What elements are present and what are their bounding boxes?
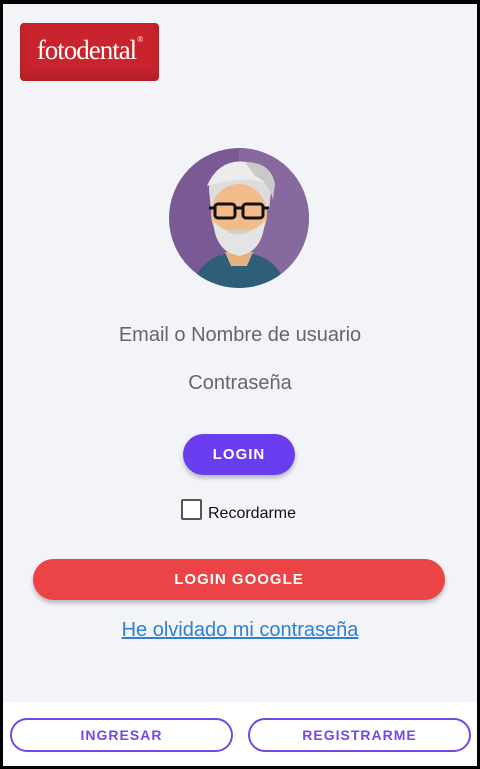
logo-text: fotodental® xyxy=(36,34,144,65)
ingresar-button[interactable]: INGRESAR xyxy=(10,718,233,752)
remember-label: Recordarme xyxy=(208,505,297,522)
email-field[interactable]: Email o Nombre de usuario xyxy=(3,324,477,347)
bottom-bar: INGRESAR REGISTRARME xyxy=(3,702,477,766)
remember-checkbox[interactable] xyxy=(181,499,202,520)
user-avatar-icon xyxy=(169,148,309,288)
login-google-button[interactable]: LOGIN GOOGLE xyxy=(33,559,445,600)
forgot-password-link[interactable]: He olvidado mi contraseña xyxy=(3,619,477,642)
login-screen: fotodental® Email o Nombre de usuario Co… xyxy=(3,4,477,766)
registrarme-button[interactable]: REGISTRARME xyxy=(248,718,471,752)
remember-me[interactable]: Recordarme xyxy=(181,499,296,523)
fotodental-logo: fotodental® xyxy=(20,23,159,81)
password-field[interactable]: Contraseña xyxy=(3,372,477,395)
login-button[interactable]: LOGIN xyxy=(183,434,295,475)
